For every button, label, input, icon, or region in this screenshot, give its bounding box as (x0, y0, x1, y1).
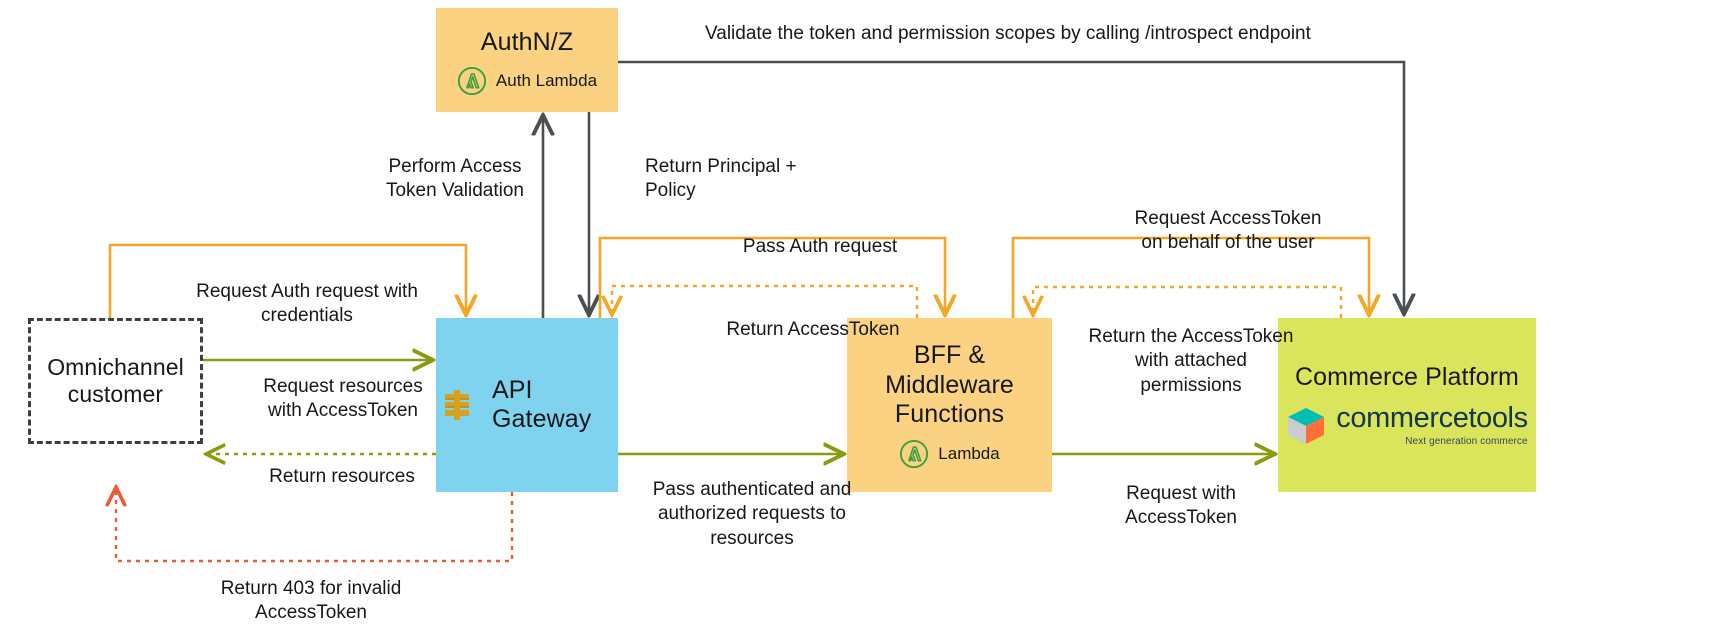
label-return-principal-policy: Return Principal + Policy (645, 156, 797, 202)
lambda-icon (457, 66, 487, 96)
node-api-gateway-title: API Gateway (492, 375, 592, 434)
edge-return-accesstoken-permissions (1033, 285, 1343, 318)
diagram-canvas: AuthN/Z Auth Lambda API Gateway BFF & Mi… (0, 0, 1732, 628)
node-customer-title: Omnichannel customer (47, 353, 184, 407)
node-authnz-sublabel: Auth Lambda (495, 71, 598, 91)
label-return-resources: Return resources (269, 466, 415, 487)
label-pass-auth-request: Pass Auth request (742, 236, 898, 257)
label-request-resources: Request resources with AccessToken (263, 376, 423, 422)
node-bff[interactable]: BFF & Middleware Functions Lambda (847, 318, 1052, 492)
commercetools-mark (1288, 407, 1325, 444)
label-request-auth-credentials: Request Auth request with credentials (196, 281, 418, 327)
label-validate-introspect: Validate the token and permission scopes… (705, 23, 1311, 44)
lambda-icon (899, 439, 929, 469)
edge-return-accesstoken (612, 284, 919, 318)
commercetools-logo: commercetools Next generation commerce (1286, 402, 1528, 448)
label-pass-authenticated-requests: Pass authenticated and authorized reques… (652, 479, 852, 549)
node-bff-sublabel: Lambda (938, 443, 1000, 463)
label-return-403: Return 403 for invalid AccessToken (220, 578, 402, 624)
label-request-accesstoken-on-behalf: Request AccessToken on behalf of the use… (1134, 208, 1322, 254)
node-authnz-title: AuthN/Z (480, 27, 574, 56)
node-authnz[interactable]: AuthN/Z Auth Lambda (436, 8, 618, 112)
commercetools-tagline: Next generation commerce (1405, 436, 1528, 448)
label-perform-token-validation: Perform Access Token Validation (385, 156, 525, 202)
node-omnichannel-customer[interactable]: Omnichannel customer (28, 318, 203, 444)
label-return-accesstoken: Return AccessToken (726, 319, 900, 340)
label-request-with-accesstoken: Request with AccessToken (1125, 483, 1237, 529)
node-bff-title: BFF & Middleware Functions (885, 341, 1014, 429)
node-api-gateway[interactable]: API Gateway (436, 318, 618, 492)
label-return-accesstoken-permissions: Return the AccessToken with attached per… (1088, 326, 1294, 396)
node-commerce-title: Commerce Platform (1295, 362, 1519, 391)
node-authnz-subrow: Auth Lambda (457, 66, 597, 96)
commercetools-wordmark: commercetools Next generation commerce (1336, 402, 1528, 448)
edge-return-403 (116, 489, 514, 563)
node-commerce-platform[interactable]: Commerce Platform commercetools Next gen… (1278, 318, 1536, 492)
commercetools-name: commercetools (1336, 402, 1528, 435)
node-bff-subrow: Lambda (899, 439, 1000, 469)
